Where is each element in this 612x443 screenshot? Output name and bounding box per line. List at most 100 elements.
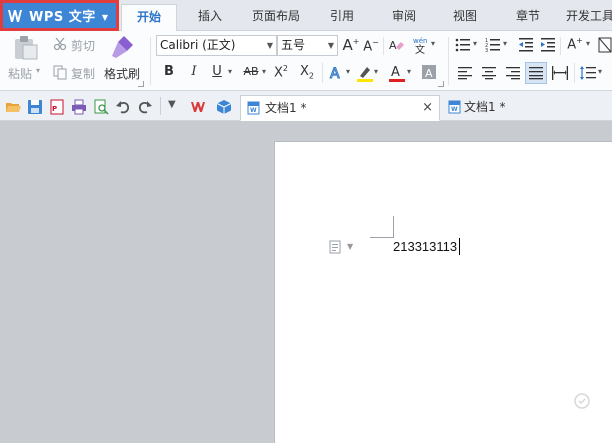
tab-references[interactable]: 引用 xyxy=(317,4,367,31)
tab-section[interactable]: 章节 xyxy=(503,4,553,31)
chevron-down-icon[interactable]: ▾ xyxy=(431,39,435,48)
chinese-layout-icon[interactable] xyxy=(598,37,612,53)
chevron-down-icon[interactable]: ▾ xyxy=(473,39,477,48)
ribbon-separator xyxy=(574,63,575,83)
paragraph-layout-icon[interactable] xyxy=(328,240,342,254)
tab-page-layout[interactable]: 页面布局 xyxy=(243,4,309,31)
align-left-icon[interactable] xyxy=(458,66,472,80)
chevron-down-icon[interactable]: ▾ xyxy=(262,67,266,76)
chevron-down-icon[interactable]: ▾ xyxy=(586,39,590,48)
save-icon[interactable] xyxy=(27,99,43,115)
open-folder-icon[interactable] xyxy=(5,99,21,115)
paste-button[interactable]: 粘贴 xyxy=(8,65,32,82)
font-dialog-launcher[interactable] xyxy=(438,81,444,87)
print-icon[interactable] xyxy=(71,99,87,115)
subscript-button[interactable]: X2 xyxy=(298,64,316,81)
wps-logo-icon[interactable] xyxy=(190,99,206,115)
clipboard-dialog-launcher[interactable] xyxy=(138,81,144,87)
cut-button[interactable]: 剪切 xyxy=(71,37,95,54)
grow-font-icon[interactable]: A+ xyxy=(342,36,360,54)
format-painter-icon[interactable] xyxy=(108,34,136,60)
cube-icon[interactable] xyxy=(216,99,232,115)
highlight-icon[interactable] xyxy=(356,64,374,82)
format-painter-button[interactable]: 格式刷 xyxy=(104,65,140,82)
tab-review[interactable]: 审阅 xyxy=(379,4,429,31)
align-right-icon[interactable] xyxy=(506,66,520,80)
customize-dropdown-icon[interactable]: ▼ xyxy=(168,99,176,110)
chevron-down-icon[interactable]: ▼ xyxy=(347,242,353,251)
text-effects-icon[interactable]: A xyxy=(328,64,346,83)
print-preview-icon[interactable] xyxy=(93,99,109,115)
character-shading-icon[interactable]: A xyxy=(421,64,437,80)
tab-insert[interactable]: 插入 xyxy=(185,4,235,31)
svg-text:A: A xyxy=(425,67,433,80)
scissors-icon xyxy=(53,37,67,51)
svg-text:W: W xyxy=(451,106,458,113)
ribbon-separator xyxy=(150,37,151,85)
document-icon: W xyxy=(247,101,260,115)
align-justify-button[interactable] xyxy=(525,62,547,84)
distributed-align-icon[interactable] xyxy=(552,66,568,80)
app-title: WPS 文字 xyxy=(29,10,96,25)
tab-home[interactable]: 开始 xyxy=(121,4,177,32)
document-body-text[interactable]: 213313113 xyxy=(393,239,457,254)
numbered-list-icon[interactable]: 1 2 3 xyxy=(485,37,501,53)
copy-button[interactable]: 复制 xyxy=(71,65,95,82)
chevron-down-icon[interactable]: ▾ xyxy=(228,67,232,76)
watermark xyxy=(574,393,590,409)
increase-indent-icon[interactable] xyxy=(540,37,556,53)
ribbon-separator xyxy=(560,37,561,55)
undo-icon[interactable] xyxy=(115,99,131,115)
line-spacing-icon[interactable] xyxy=(580,66,596,80)
chevron-down-icon[interactable]: ▾ xyxy=(598,67,602,76)
document-workspace: ▼ 213313113 xyxy=(0,121,612,443)
font-color-icon[interactable]: A xyxy=(388,64,406,82)
phonetic-guide-icon[interactable]: wén 文 xyxy=(412,36,430,54)
app-menu-button[interactable]: WPS 文字 ▼ xyxy=(0,0,119,31)
align-center-icon[interactable] xyxy=(482,66,496,80)
chevron-down-icon[interactable]: ▾ xyxy=(374,67,378,76)
strikethrough-button[interactable]: AB xyxy=(240,65,262,78)
svg-text:3: 3 xyxy=(485,48,488,53)
svg-text:P: P xyxy=(52,105,57,113)
bullet-list-icon[interactable] xyxy=(455,37,471,53)
svg-text:A: A xyxy=(389,39,397,52)
close-icon[interactable]: × xyxy=(422,96,433,120)
doc-tab-title: 文档1 * xyxy=(464,100,506,114)
svg-text:W: W xyxy=(250,107,257,114)
chevron-down-icon[interactable]: ▾ xyxy=(503,39,507,48)
paste-dropdown-icon[interactable]: ▾ xyxy=(36,66,40,75)
paste-icon[interactable] xyxy=(12,35,40,61)
font-family-select[interactable]: Calibri (正文) ▼ xyxy=(156,35,277,56)
text-cursor xyxy=(459,238,460,255)
svg-text:wén: wén xyxy=(413,37,427,45)
tab-view[interactable]: 视图 xyxy=(440,4,490,31)
ribbon-separator xyxy=(383,37,384,55)
underline-button[interactable]: U xyxy=(208,64,226,79)
ribbon-separator xyxy=(322,63,323,83)
redo-icon[interactable] xyxy=(137,99,153,115)
align-justify-icon xyxy=(529,67,543,80)
watermark-logo-icon xyxy=(574,393,590,409)
doc-tab[interactable]: W 文档1 * xyxy=(442,95,612,121)
bold-button[interactable]: B xyxy=(160,64,178,79)
menu-bar: WPS 文字 ▼ 开始 插入 页面布局 引用 审阅 视图 章节 开发工具 xyxy=(0,0,612,32)
doc-tab-title: 文档1 * xyxy=(265,101,307,115)
chevron-down-icon[interactable]: ▾ xyxy=(407,67,411,76)
italic-button[interactable]: I xyxy=(185,64,203,79)
document-icon: W xyxy=(448,100,461,114)
pdf-export-icon[interactable]: P xyxy=(49,99,65,115)
chevron-down-icon[interactable]: ▾ xyxy=(346,67,350,76)
superscript-button[interactable]: X2 xyxy=(272,64,290,80)
document-page[interactable]: ▼ 213313113 xyxy=(274,141,612,443)
clear-format-icon[interactable]: A xyxy=(389,37,405,53)
change-case-icon[interactable]: A+ xyxy=(564,36,586,52)
decrease-indent-icon[interactable] xyxy=(518,37,534,53)
copy-icon xyxy=(53,65,67,80)
font-size-select[interactable]: 五号 ▼ xyxy=(277,35,338,56)
tab-developer[interactable]: 开发工具 xyxy=(562,4,612,31)
shrink-font-icon[interactable]: A− xyxy=(362,38,380,54)
chevron-down-icon: ▼ xyxy=(101,13,108,22)
doc-tab-active[interactable]: W 文档1 * × xyxy=(240,95,440,121)
page-margin-marker xyxy=(370,216,394,238)
